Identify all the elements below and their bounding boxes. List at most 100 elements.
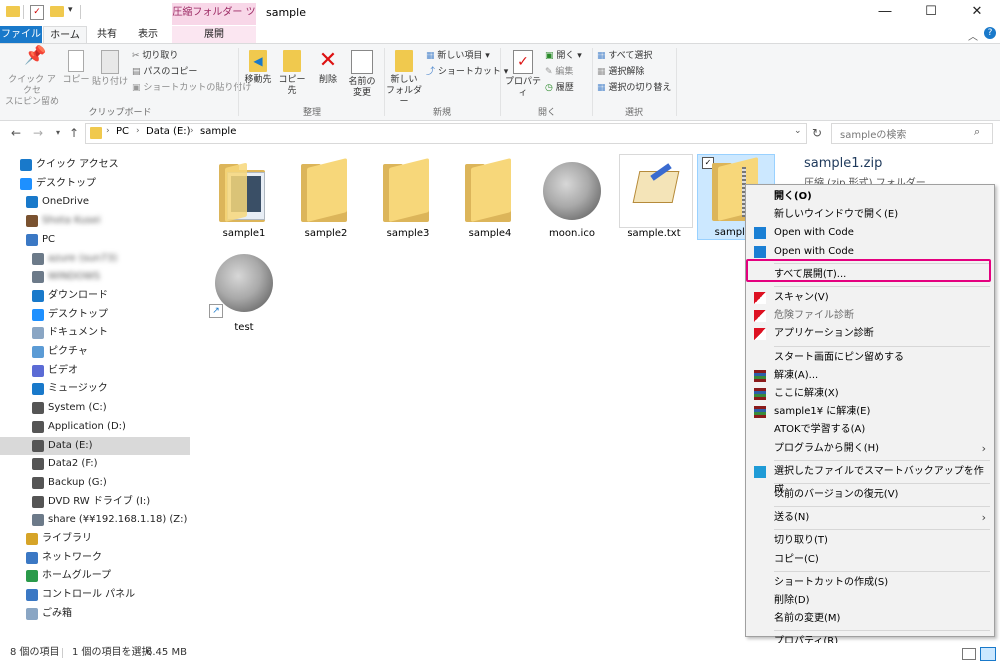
address-bar[interactable]: › PC › Data (E:) › sample ⌄ bbox=[85, 123, 807, 144]
help-icon[interactable]: ? bbox=[984, 27, 996, 39]
sidebar-item[interactable]: デスクトップ bbox=[0, 175, 190, 193]
paste-shortcut-button[interactable]: ▣ ショートカットの貼り付け bbox=[132, 81, 251, 95]
file-item-sample4-folder[interactable]: sample4 bbox=[451, 156, 529, 239]
sidebar-item[interactable]: System (C:) bbox=[0, 399, 190, 417]
properties-button[interactable]: ✓ プロパティ bbox=[504, 50, 542, 99]
properties-quick-icon[interactable]: ✓ bbox=[30, 5, 44, 20]
menu-item[interactable]: スタート画面にピン留めする bbox=[748, 349, 992, 367]
menu-item[interactable]: ATOKで学習する(A) bbox=[748, 421, 992, 439]
menu-item[interactable]: 以前のバージョンの復元(V) bbox=[748, 486, 992, 504]
edit-button[interactable]: ✎ 編集 bbox=[545, 65, 573, 79]
new-folder-button[interactable]: 新しい フォルダー bbox=[386, 50, 422, 108]
sidebar-item[interactable]: ビデオ bbox=[0, 362, 190, 380]
close-button[interactable]: ✕ bbox=[954, 0, 1000, 26]
invert-selection-button[interactable]: ▦ 選択の切り替え bbox=[597, 81, 671, 95]
select-all-button[interactable]: ▦ すべて選択 bbox=[597, 49, 652, 63]
file-item-sample2-folder[interactable]: sample2 bbox=[287, 156, 365, 239]
open-button[interactable]: ▣ 開く ▾ bbox=[545, 49, 582, 63]
maximize-button[interactable]: ☐ bbox=[908, 0, 954, 26]
file-item-moon-ico[interactable]: moon.ico bbox=[533, 156, 611, 239]
file-item-sample3-folder[interactable]: sample3 bbox=[369, 156, 447, 239]
sidebar-item[interactable]: Application (D:) bbox=[0, 418, 190, 436]
sidebar-item[interactable]: share (¥¥192.168.1.18) (Z:) bbox=[0, 511, 190, 529]
menu-item[interactable]: プログラムから開く(H) › bbox=[748, 440, 992, 458]
tab-extract[interactable]: 展開 bbox=[172, 26, 256, 44]
tab-file[interactable]: ファイル bbox=[0, 26, 42, 44]
paste-button[interactable]: 貼り付け bbox=[92, 50, 128, 88]
menu-item[interactable]: 切り取り(T) bbox=[748, 532, 992, 550]
details-view-icon[interactable] bbox=[962, 648, 976, 660]
copy-button[interactable]: コピー bbox=[62, 50, 90, 86]
sidebar-item[interactable]: azure (sun73) bbox=[0, 250, 190, 268]
address-dropdown-icon[interactable]: ⌄ bbox=[794, 126, 802, 136]
breadcrumb-data-drive[interactable]: Data (E:) bbox=[146, 126, 191, 137]
recent-locations-icon[interactable]: ▾ bbox=[50, 124, 66, 142]
menu-item[interactable]: Open with Code bbox=[748, 224, 992, 242]
sidebar-item[interactable]: ネットワーク bbox=[0, 549, 190, 567]
sidebar-item[interactable]: ドキュメント bbox=[0, 324, 190, 342]
file-item-test-shortcut[interactable]: ↗ test bbox=[205, 250, 283, 333]
sidebar-item[interactable]: デスクトップ bbox=[0, 306, 190, 324]
search-box[interactable]: sampleの検索 ⌕ bbox=[831, 123, 993, 144]
menu-item[interactable]: コピー(C) bbox=[748, 551, 992, 569]
copy-path-button[interactable]: ▤ パスのコピー bbox=[132, 65, 197, 79]
menu-item[interactable]: 解凍(A)... bbox=[748, 367, 992, 385]
group-separator bbox=[676, 48, 677, 116]
menu-item[interactable]: 危険ファイル診断 bbox=[748, 307, 992, 325]
refresh-icon[interactable]: ↻ bbox=[809, 124, 825, 142]
sidebar-item[interactable]: Data (E:) bbox=[0, 436, 190, 455]
menu-item[interactable]: 新しいウインドウで開く(E) bbox=[748, 206, 992, 224]
sidebar-item[interactable]: PC bbox=[0, 231, 190, 249]
tab-share[interactable]: 共有 bbox=[88, 26, 126, 44]
breadcrumb-pc[interactable]: PC bbox=[116, 126, 129, 137]
menu-item[interactable]: スキャン(V) bbox=[748, 289, 992, 307]
sidebar-item[interactable]: ピクチャ bbox=[0, 343, 190, 361]
forward-arrow-icon[interactable]: → bbox=[30, 124, 46, 142]
large-icons-view-icon[interactable] bbox=[980, 647, 996, 661]
sidebar-item[interactable]: ホームグループ bbox=[0, 567, 190, 585]
sidebar-item[interactable]: ミュージック bbox=[0, 380, 190, 398]
move-to-button[interactable]: ◀ 移動先 bbox=[242, 50, 274, 86]
menu-item[interactable]: Open with Code bbox=[748, 243, 992, 261]
sidebar-item[interactable]: DVD RW ドライブ (I:) bbox=[0, 493, 190, 511]
cut-button[interactable]: ✂ 切り取り bbox=[132, 49, 178, 63]
rename-button[interactable]: 名前の 変更 bbox=[346, 50, 378, 99]
breadcrumb-sample[interactable]: sample bbox=[200, 126, 236, 137]
select-none-button[interactable]: ▦ 選択解除 bbox=[597, 65, 644, 79]
sidebar-item[interactable]: ダウンロード bbox=[0, 287, 190, 305]
sidebar-item[interactable]: Shota Kusei bbox=[0, 212, 190, 230]
customize-quick-access-icon[interactable]: ▾ bbox=[68, 5, 73, 15]
menu-item[interactable]: 削除(D) bbox=[748, 592, 992, 610]
menu-item[interactable]: sample1¥ に解凍(E) bbox=[748, 403, 992, 421]
shortcut-button[interactable]: ⤴ ショートカット ▾ bbox=[426, 65, 508, 79]
delete-button[interactable]: ✕ 削除 bbox=[314, 50, 342, 86]
sidebar-item[interactable]: OneDrive bbox=[0, 193, 190, 211]
sidebar-item[interactable]: ごみ箱 bbox=[0, 605, 190, 623]
menu-item[interactable]: 開く(O) bbox=[748, 188, 992, 206]
copy-to-button[interactable]: コピー先 bbox=[275, 50, 309, 97]
file-item-sample-txt[interactable]: sample.txt bbox=[615, 154, 693, 239]
file-item-sample1-folder[interactable]: sample1 bbox=[205, 156, 283, 239]
menu-item[interactable]: ここに解凍(X) bbox=[748, 385, 992, 403]
sidebar-item[interactable]: Data2 (F:) bbox=[0, 455, 190, 473]
menu-item[interactable]: 送る(N) › bbox=[748, 509, 992, 527]
search-icon[interactable]: ⌕ bbox=[974, 125, 980, 139]
back-arrow-icon[interactable]: ← bbox=[8, 124, 24, 142]
menu-item[interactable]: 選択したファイルでスマートバックアップを作成 bbox=[748, 463, 992, 495]
sidebar-item[interactable]: クイック アクセス bbox=[0, 156, 190, 174]
collapse-ribbon-icon[interactable]: ︿ bbox=[968, 28, 978, 43]
new-folder-quick-icon[interactable] bbox=[50, 6, 64, 17]
sidebar-item[interactable]: コントロール パネル bbox=[0, 586, 190, 604]
minimize-button[interactable]: ― bbox=[862, 0, 908, 26]
up-arrow-icon[interactable]: ↑ bbox=[66, 124, 82, 142]
menu-item[interactable]: アプリケーション診断 bbox=[748, 325, 992, 343]
sidebar-item[interactable]: Backup (G:) bbox=[0, 474, 190, 492]
history-button[interactable]: ◷ 履歴 bbox=[545, 81, 574, 95]
menu-item[interactable]: ショートカットの作成(S) bbox=[748, 574, 992, 592]
sidebar-item[interactable]: ライブラリ bbox=[0, 530, 190, 548]
pin-quick-access-button[interactable]: 📌 クイック アクセ スにピン留め bbox=[4, 47, 60, 108]
new-item-button[interactable]: ▦ 新しい項目 ▾ bbox=[426, 49, 490, 63]
menu-item[interactable]: 名前の変更(M) bbox=[748, 610, 992, 628]
sidebar-item[interactable]: WINDOWS bbox=[0, 268, 190, 286]
tab-view[interactable]: 表示 bbox=[128, 26, 168, 44]
